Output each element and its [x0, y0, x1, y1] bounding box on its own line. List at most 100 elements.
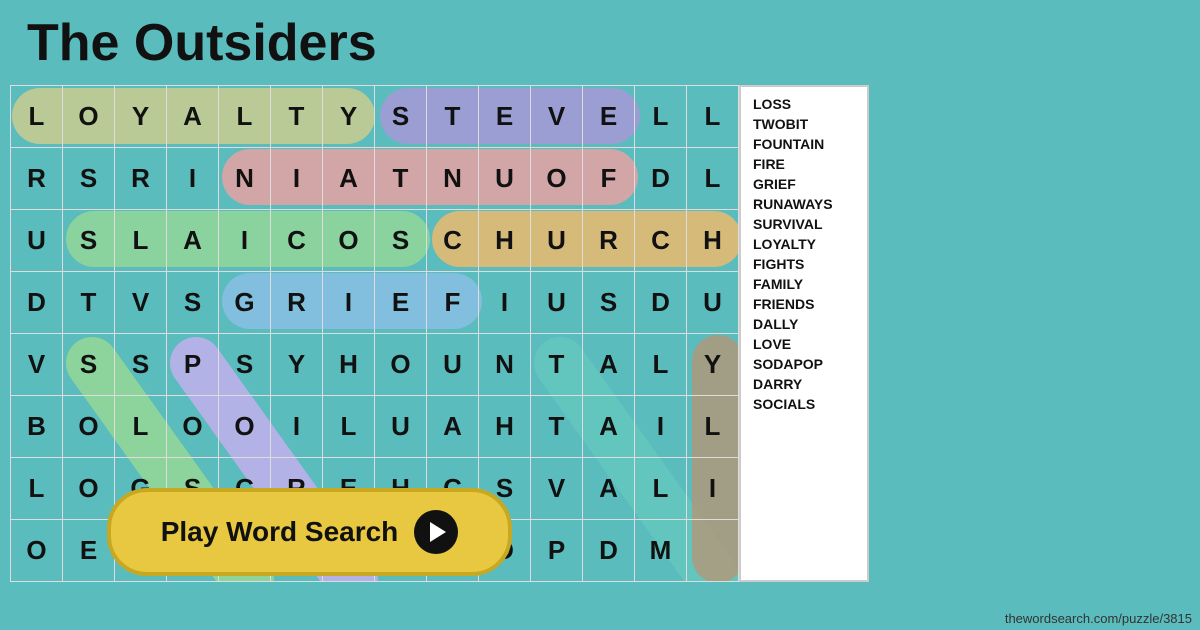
grid-cell: V [531, 86, 583, 148]
play-button-overlay: Play Word Search [10, 482, 609, 582]
word-list-item: LOSS [753, 95, 855, 113]
grid-cell: C [635, 210, 687, 272]
grid-cell: S [63, 334, 115, 396]
grid-cell: E [583, 86, 635, 148]
grid-cell: I [479, 272, 531, 334]
word-list-item: SODAPOP [753, 355, 855, 373]
grid-cell: R [115, 148, 167, 210]
grid-cell: L [687, 396, 739, 458]
grid-cell: F [583, 148, 635, 210]
grid-cell: N [479, 334, 531, 396]
word-list-item: LOYALTY [753, 235, 855, 253]
grid-cell: A [167, 86, 219, 148]
grid-cell: H [479, 210, 531, 272]
grid-cell: O [219, 396, 271, 458]
grid-cell: Y [323, 86, 375, 148]
grid-cell: O [63, 396, 115, 458]
grid-cell: E [479, 86, 531, 148]
grid-cell: A [583, 334, 635, 396]
grid-cell: Y [687, 334, 739, 396]
grid-cell: O [63, 86, 115, 148]
grid-cell: L [11, 86, 63, 148]
title: The Outsiders [27, 13, 377, 73]
grid-cell: C [271, 210, 323, 272]
grid-cell: A [427, 396, 479, 458]
grid-cell: S [583, 272, 635, 334]
footer-url: thewordsearch.com/puzzle/3815 [1005, 611, 1192, 626]
grid-cell: O [531, 148, 583, 210]
grid-cell: R [583, 210, 635, 272]
word-list-item: DALLY [753, 315, 855, 333]
grid-cell: U [11, 210, 63, 272]
grid-cell: Y [115, 86, 167, 148]
grid-cell: L [635, 86, 687, 148]
word-list-item: DARRY [753, 375, 855, 393]
word-list-item: FIRE [753, 155, 855, 173]
word-list-item: FOUNTAIN [753, 135, 855, 153]
grid-cell: L [219, 86, 271, 148]
grid-cell: S [375, 86, 427, 148]
grid-cell: R [11, 148, 63, 210]
word-list-item: FAMILY [753, 275, 855, 293]
grid-cell: A [167, 210, 219, 272]
word-list-item: GRIEF [753, 175, 855, 193]
grid-cell: U [531, 272, 583, 334]
grid-cell: I [219, 210, 271, 272]
grid-cell: V [115, 272, 167, 334]
grid-cell: L [115, 210, 167, 272]
grid-cell: N [427, 148, 479, 210]
grid-cell: S [219, 334, 271, 396]
grid-cell: U [479, 148, 531, 210]
grid-cell: U [375, 396, 427, 458]
grid-cell: L [323, 396, 375, 458]
grid-cell: I [271, 396, 323, 458]
word-list-item: RUNAWAYS [753, 195, 855, 213]
grid-cell: R [271, 272, 323, 334]
grid-cell: O [375, 334, 427, 396]
grid-cell: L [635, 334, 687, 396]
word-list-item: FIGHTS [753, 255, 855, 273]
grid-cell: P [167, 334, 219, 396]
grid-cell: D [635, 272, 687, 334]
grid-cell: U [687, 272, 739, 334]
play-word-search-button[interactable]: Play Word Search [107, 488, 513, 576]
grid-cell: D [635, 148, 687, 210]
grid-cell: T [427, 86, 479, 148]
grid-cell: T [375, 148, 427, 210]
grid-cell: U [427, 334, 479, 396]
word-list-item: SOCIALS [753, 395, 855, 413]
grid-cell: S [115, 334, 167, 396]
grid-cell: S [63, 210, 115, 272]
grid-cell: A [323, 148, 375, 210]
grid-cell: D [11, 272, 63, 334]
grid-cell: C [427, 210, 479, 272]
grid-cell: B [11, 396, 63, 458]
grid-cell: I [271, 148, 323, 210]
main-container: LOYALTYSTEVELLRSRINIATNUOFDLUSLAICOSCHUR… [10, 85, 869, 582]
grid-cell: T [531, 396, 583, 458]
grid-cell: F [427, 272, 479, 334]
grid-cell: I [323, 272, 375, 334]
grid-cell: H [323, 334, 375, 396]
grid-cell: I [167, 148, 219, 210]
word-list-item: LOVE [753, 335, 855, 353]
grid-cell: I [635, 396, 687, 458]
grid-cell: I [687, 458, 739, 520]
grid-cell: S [63, 148, 115, 210]
grid-cell: L [115, 396, 167, 458]
word-list: LOSSTWOBITFOUNTAINFIREGRIEFRUNAWAYSSURVI… [739, 85, 869, 582]
grid-area: LOYALTYSTEVELLRSRINIATNUOFDLUSLAICOSCHUR… [10, 85, 739, 582]
grid-cell: T [271, 86, 323, 148]
word-list-item: FRIENDS [753, 295, 855, 313]
play-icon [414, 510, 458, 554]
grid-cell: O [167, 396, 219, 458]
word-list-item: TWOBIT [753, 115, 855, 133]
grid-cell: G [219, 272, 271, 334]
grid-cell: V [11, 334, 63, 396]
grid-cell: H [687, 210, 739, 272]
grid-cell: E [375, 272, 427, 334]
grid-cell: L [687, 148, 739, 210]
grid-cell: L [635, 458, 687, 520]
grid-cell: Y [271, 334, 323, 396]
grid-cell: U [531, 210, 583, 272]
